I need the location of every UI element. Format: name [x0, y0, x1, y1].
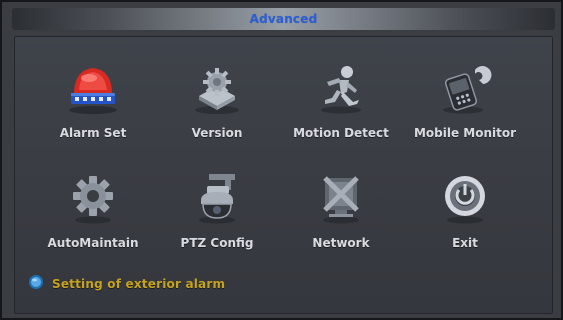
alarm-siren-icon: [65, 60, 121, 116]
automaintain-button[interactable]: AutoMaintain: [32, 168, 154, 260]
version-gear-icon: [189, 60, 245, 116]
status-bar: Setting of exterior alarm: [28, 274, 225, 294]
ptz-config-button[interactable]: PTZ Config: [156, 168, 278, 260]
menu-grid: Alarm Set Version Motion Detect Mobile M…: [24, 58, 544, 250]
alarm-set-label: Alarm Set: [59, 126, 127, 140]
version-label: Version: [191, 126, 243, 140]
maintain-gear-icon: [65, 170, 121, 226]
advanced-menu-window: Advanced Alarm Set Version Motion Detect…: [0, 0, 563, 320]
motion-detect-button[interactable]: Motion Detect: [280, 58, 402, 150]
info-indicator-icon: [28, 274, 44, 294]
automaintain-label: AutoMaintain: [47, 236, 139, 250]
network-button[interactable]: Network: [280, 168, 402, 260]
motion-detect-label: Motion Detect: [293, 126, 389, 140]
network-icon: [313, 170, 369, 226]
network-label: Network: [312, 236, 370, 250]
ptz-camera-icon: [189, 170, 245, 226]
ptz-config-label: PTZ Config: [180, 236, 254, 250]
status-text: Setting of exterior alarm: [52, 277, 226, 291]
version-button[interactable]: Version: [156, 58, 278, 150]
mobile-monitor-label: Mobile Monitor: [413, 126, 517, 140]
power-exit-icon: [437, 170, 493, 226]
exit-label: Exit: [452, 236, 478, 250]
mobile-monitor-button[interactable]: Mobile Monitor: [404, 58, 526, 150]
alarm-set-button[interactable]: Alarm Set: [32, 58, 154, 150]
running-person-icon: [313, 60, 369, 116]
mobile-phone-icon: [437, 60, 493, 116]
title-bar: Advanced: [12, 8, 555, 30]
exit-button[interactable]: Exit: [404, 168, 526, 260]
window-title: Advanced: [249, 12, 318, 26]
